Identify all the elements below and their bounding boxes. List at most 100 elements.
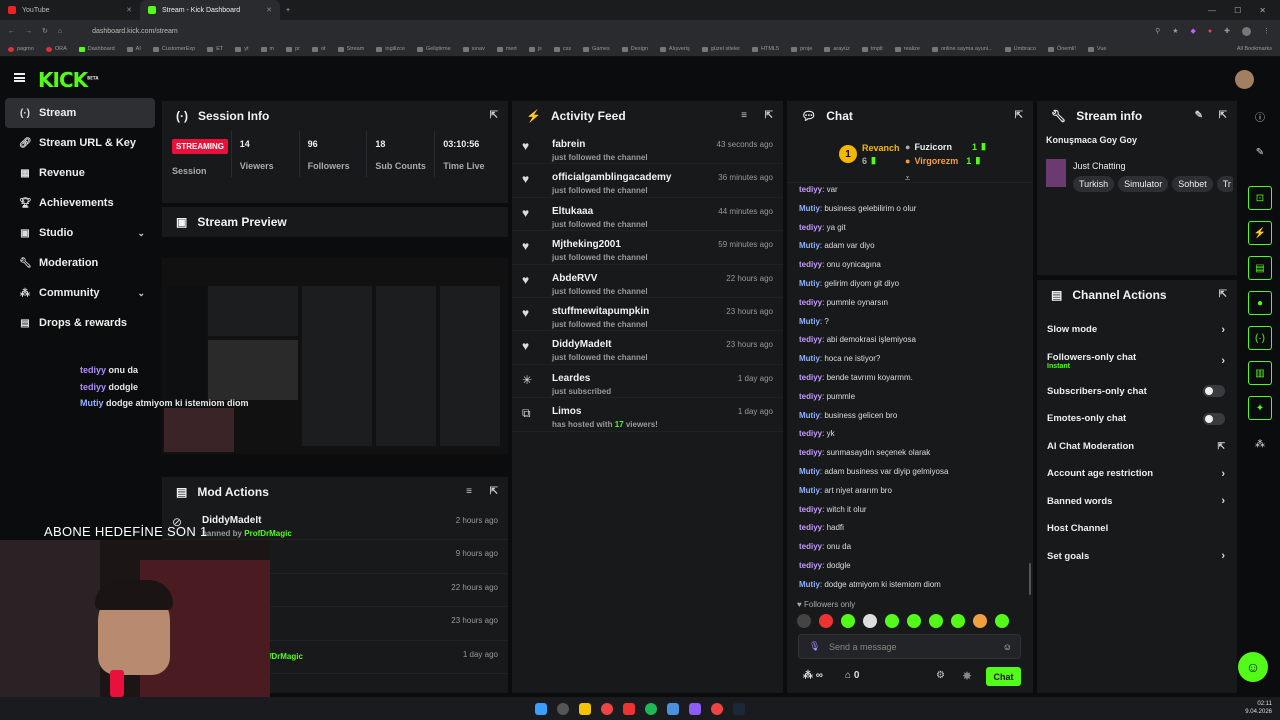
external-link-icon[interactable]: ⇱: [1217, 441, 1225, 452]
menu-dots-icon[interactable]: ⋮: [1263, 27, 1270, 35]
activity-row[interactable]: ♥ fabrein just followed the channel 43 seco…: [512, 131, 783, 165]
all-bookmarks[interactable]: All Bookmarks: [1237, 46, 1280, 52]
toggle-switch[interactable]: [1203, 412, 1225, 425]
channel-action-followers-only-chat[interactable]: Followers-only chat Instant ›: [1037, 344, 1237, 378]
send-chat-button[interactable]: Chat: [986, 667, 1021, 686]
settings-gear-icon[interactable]: ⚙: [936, 670, 945, 681]
chat-username[interactable]: tediyy: [799, 335, 822, 344]
filter-icon[interactable]: ≡: [741, 110, 747, 121]
chevron-right-icon[interactable]: ›: [1221, 495, 1225, 507]
activity-row[interactable]: ✳ Leardes just subscribed 1 day ago: [512, 365, 783, 399]
emote-icon[interactable]: [995, 614, 1009, 628]
chat-scrollbar[interactable]: [1029, 563, 1031, 595]
activity-user[interactable]: DiddyMadeIt: [552, 339, 648, 350]
channel-action-set-goals[interactable]: Set goals ›: [1037, 543, 1237, 571]
preview-toggle-icon[interactable]: ⊡: [1248, 186, 1272, 210]
bookmark-item[interactable]: Stream: [337, 46, 364, 52]
bookmark-item[interactable]: güzel siteler: [701, 46, 740, 52]
gifter-fuzicorn[interactable]: ● Fuzicorn 1 ▮: [905, 141, 986, 152]
tag-chip[interactable]: Turkish: [1073, 176, 1115, 192]
activity-user[interactable]: stuffmewitapumpkin: [552, 306, 649, 317]
bookmark-item[interactable]: arayüz: [824, 46, 850, 52]
popout-icon[interactable]: ⇱: [490, 110, 498, 121]
search-icon[interactable]: [557, 702, 569, 715]
bookmark-item[interactable]: Vue: [1087, 46, 1107, 52]
sidebar-item-revenue[interactable]: ▦ Revenue: [5, 158, 155, 188]
bookmark-item[interactable]: Dashboard: [78, 46, 115, 52]
sidebar-item-studio[interactable]: ▣ Studio ⌄: [5, 218, 155, 248]
url-field[interactable]: dashboard.kick.com/stream: [92, 28, 178, 35]
chevron-right-icon[interactable]: ›: [1221, 324, 1225, 336]
bookmark-item[interactable]: sınav: [462, 46, 485, 52]
stack-icon[interactable]: ▥: [1248, 361, 1272, 385]
community-icon[interactable]: ⁂: [1248, 432, 1272, 456]
file-explorer-icon[interactable]: [579, 702, 591, 715]
channel-action-subscribers-only-chat[interactable]: Subscribers-only chat: [1037, 378, 1237, 406]
chat-message-input[interactable]: 🎙︎ Send a message ☺: [798, 634, 1021, 659]
sidebar-item-drops-rewards[interactable]: ▤ Drops & rewards: [5, 308, 155, 338]
bookmark-item[interactable]: ot: [312, 46, 326, 52]
chat-username[interactable]: tediyy: [799, 373, 822, 382]
channel-action-slow-mode[interactable]: Slow mode ›: [1037, 316, 1237, 344]
chat-username[interactable]: Mutiy: [799, 354, 820, 363]
chat-username[interactable]: Mutiy: [799, 317, 820, 326]
filter-icon[interactable]: ≡: [466, 486, 472, 497]
community-points[interactable]: ⁂ ∞: [803, 670, 823, 681]
bookmark-item[interactable]: Games: [583, 46, 610, 52]
emote-icon[interactable]: [973, 614, 987, 628]
bookmark-item[interactable]: HTML5: [752, 46, 779, 52]
help-chat-icon[interactable]: ☺: [1238, 652, 1268, 682]
edit-pencil-icon[interactable]: ✎: [1248, 140, 1272, 164]
chat-username[interactable]: Mutiy: [799, 204, 820, 213]
gifter-virgorezm[interactable]: ● Virgorezm 1 ▮: [905, 155, 980, 166]
toggle-switch[interactable]: [1203, 385, 1225, 398]
activity-user[interactable]: fabrein: [552, 139, 648, 150]
store-points[interactable]: ⌂ 0: [845, 670, 859, 681]
extension-icon[interactable]: ◆: [1191, 27, 1196, 35]
tab-kick-dashboard[interactable]: Stream - Kick Dashboard ✕: [140, 0, 280, 20]
moderator-name[interactable]: ProfDrMagic: [244, 529, 292, 538]
popout-icon[interactable]: ⇱: [490, 486, 498, 497]
popout-icon[interactable]: ⇱: [765, 110, 773, 121]
steam-icon[interactable]: [733, 702, 745, 715]
chrome-icon[interactable]: [601, 702, 613, 715]
activity-user[interactable]: Limos: [552, 406, 658, 417]
activity-row[interactable]: ♥ Mjtheking2001 just followed the channel 5…: [512, 231, 783, 265]
bookmark-item[interactable]: pagmo: [8, 46, 34, 52]
popout-icon[interactable]: ⇱: [1015, 110, 1023, 121]
user-avatar[interactable]: [1235, 70, 1254, 89]
bookmark-item[interactable]: m: [260, 46, 274, 52]
bookmark-item[interactable]: tmplt: [861, 46, 883, 52]
bookmark-item[interactable]: Design: [621, 46, 648, 52]
bookmark-item[interactable]: online sayma ayuni...: [931, 46, 993, 52]
chevron-right-icon[interactable]: ›: [1221, 355, 1225, 367]
chat-username[interactable]: tediyy: [799, 260, 822, 269]
activity-user[interactable]: officialgamblingacademy: [552, 172, 671, 183]
sidebar-item-community[interactable]: ⁂ Community ⌄: [5, 278, 155, 308]
chat-username[interactable]: tediyy: [799, 523, 822, 532]
chat-username[interactable]: Mutiy: [799, 486, 820, 495]
spotify-icon[interactable]: [645, 702, 657, 715]
list-icon[interactable]: ▤: [1248, 256, 1272, 280]
chevron-down-icon[interactable]: ⌄: [137, 228, 145, 239]
sidebar-item-achievements[interactable]: 🏆︎ Achievements: [5, 188, 155, 218]
home-icon[interactable]: ⌂: [58, 28, 62, 35]
chevron-right-icon[interactable]: ›: [1221, 468, 1225, 480]
new-tab-icon[interactable]: +: [280, 7, 290, 14]
bookmark-item[interactable]: Geliştirme: [416, 46, 451, 52]
reload-icon[interactable]: ↻: [42, 27, 48, 35]
info-icon[interactable]: ⓘ: [1248, 104, 1272, 128]
discord-icon[interactable]: [689, 702, 701, 715]
emote-icon[interactable]: [841, 614, 855, 628]
bookmark-item[interactable]: Alışveriş: [659, 46, 690, 52]
activity-row[interactable]: ♥ Eltukaaa just followed the channel 44 min…: [512, 198, 783, 232]
emote-icon[interactable]: [797, 614, 811, 628]
minimize-icon[interactable]: —: [1208, 6, 1216, 15]
sidebar-item-stream-url-key[interactable]: 🔗︎ Stream URL & Key: [5, 128, 155, 158]
sidebar-item-stream[interactable]: (·) Stream: [5, 98, 155, 128]
close-icon[interactable]: ✕: [126, 6, 132, 14]
activity-row[interactable]: ⧉ Limos has hosted with 17 viewers! 1 day a…: [512, 398, 783, 432]
kick-logo[interactable]: KICKBETA: [38, 68, 98, 92]
start-icon[interactable]: [535, 702, 547, 715]
emote-icon[interactable]: [929, 614, 943, 628]
